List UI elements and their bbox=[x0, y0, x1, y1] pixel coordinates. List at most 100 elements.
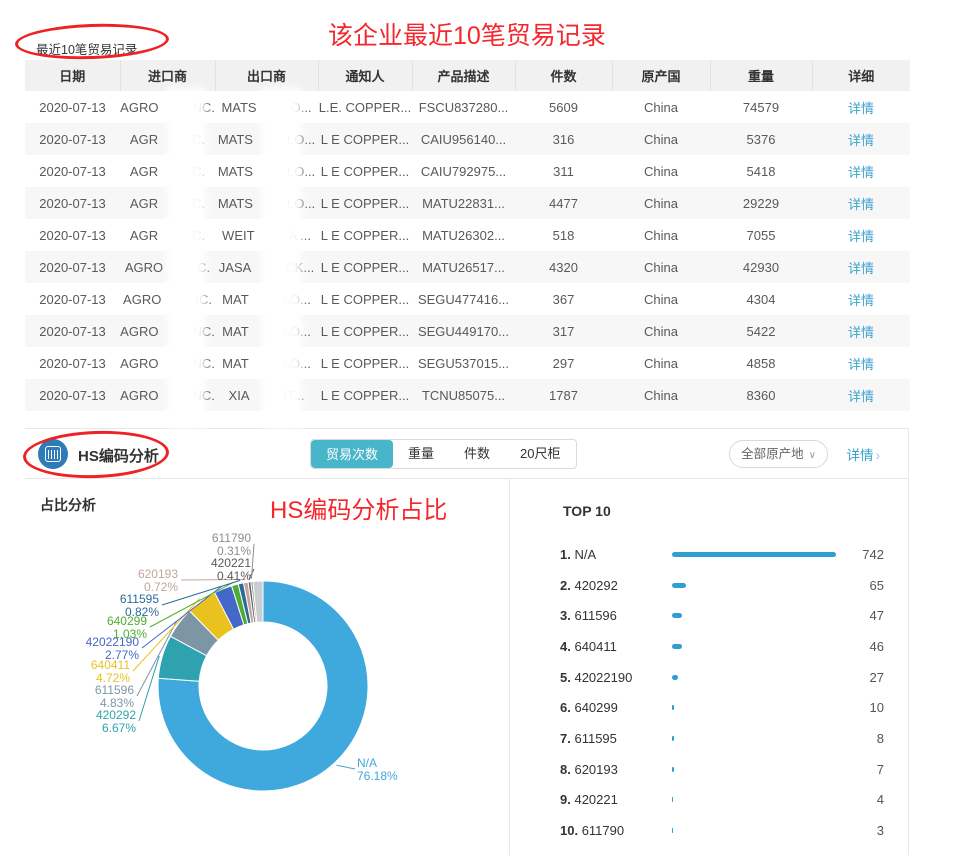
top10-bar bbox=[672, 644, 682, 649]
cell-product: TCNU85075... bbox=[412, 379, 515, 411]
cell-weight: 74579 bbox=[710, 91, 812, 123]
cell-weight: 42930 bbox=[710, 251, 812, 283]
top10-bar bbox=[672, 675, 678, 680]
detail-link[interactable]: 详情 bbox=[848, 389, 874, 404]
origin-filter-dropdown[interactable]: 全部原产地∨ bbox=[729, 440, 828, 468]
cell-exporter: MATSLO... bbox=[215, 187, 318, 219]
chevron-down-icon: ∨ bbox=[809, 450, 816, 461]
top10-rank-code: 2. 420292 bbox=[510, 578, 672, 593]
top10-list: 1. N/A7422. 420292653. 611596474. 640411… bbox=[510, 539, 908, 846]
detail-link[interactable]: 详情 bbox=[848, 293, 874, 308]
cell-exporter: MATSLO... bbox=[215, 123, 318, 155]
metric-tab-group: 贸易次数重量件数20尺柜 bbox=[310, 439, 577, 469]
cell-detail: 详情 bbox=[812, 347, 910, 379]
cell-date: 2020-07-13 bbox=[25, 155, 120, 187]
tab-0[interactable]: 贸易次数 bbox=[311, 440, 393, 468]
table-row: 2020-07-13AGRC.MATSLO...L E COPPER...CAI… bbox=[25, 123, 910, 155]
top10-value: 27 bbox=[842, 670, 908, 685]
table-row: 2020-07-13AGRONC.MATLO...L E COPPER...SE… bbox=[25, 315, 910, 347]
cell-notifier: L E COPPER... bbox=[318, 283, 412, 315]
detail-link[interactable]: 详情 bbox=[848, 325, 874, 340]
top10-rank-code: 6. 640299 bbox=[510, 700, 672, 715]
top10-bar bbox=[672, 797, 673, 802]
cell-importer: AGRC. bbox=[120, 219, 215, 251]
cell-date: 2020-07-13 bbox=[25, 91, 120, 123]
top10-bar-track bbox=[672, 613, 842, 618]
cell-qty: 367 bbox=[515, 283, 612, 315]
top10-bar bbox=[672, 767, 674, 772]
table-header-row: 日期进口商出口商通知人产品描述件数原产国重量详细 bbox=[25, 60, 910, 91]
detail-link[interactable]: 详情 bbox=[848, 229, 874, 244]
column-header-7: 重量 bbox=[710, 60, 812, 91]
top10-row: 10. 6117903 bbox=[510, 815, 908, 846]
top10-bar bbox=[672, 613, 682, 618]
cell-detail: 详情 bbox=[812, 315, 910, 347]
cell-origin: China bbox=[612, 347, 710, 379]
top10-bar bbox=[672, 705, 674, 710]
top10-bar-track bbox=[672, 583, 842, 588]
top10-bar-track bbox=[672, 552, 842, 557]
cell-date: 2020-07-13 bbox=[25, 347, 120, 379]
detail-link[interactable]: 详情 bbox=[848, 197, 874, 212]
cell-exporter: MATLO... bbox=[215, 315, 318, 347]
top10-pane: TOP 10 1. N/A7422. 420292653. 611596474.… bbox=[510, 479, 908, 855]
cell-product: MATU26302... bbox=[412, 219, 515, 251]
cell-detail: 详情 bbox=[812, 251, 910, 283]
cell-product: SEGU477416... bbox=[412, 283, 515, 315]
cell-detail: 详情 bbox=[812, 123, 910, 155]
cell-weight: 8360 bbox=[710, 379, 812, 411]
top10-value: 4 bbox=[842, 792, 908, 807]
table-row: 2020-07-13AGRONC.MATSO...L.E. COPPER...F… bbox=[25, 91, 910, 123]
top10-rank-code: 8. 620193 bbox=[510, 762, 672, 777]
detail-link[interactable]: 详情 bbox=[848, 101, 874, 116]
top10-bar-track bbox=[672, 705, 842, 710]
cell-qty: 1787 bbox=[515, 379, 612, 411]
detail-link[interactable]: 详情 bbox=[848, 261, 874, 276]
column-header-2: 出口商 bbox=[215, 60, 318, 91]
trade-table-title: 最近10笔贸易记录 bbox=[36, 39, 137, 58]
top10-bar-track bbox=[672, 797, 842, 802]
table-row: 2020-07-13AGROC.JASACK...L E COPPER...MA… bbox=[25, 251, 910, 283]
column-header-1: 进口商 bbox=[120, 60, 215, 91]
cell-date: 2020-07-13 bbox=[25, 123, 120, 155]
top10-rank-code: 3. 611596 bbox=[510, 608, 672, 623]
top10-row: 5. 4202219027 bbox=[510, 662, 908, 693]
cell-detail: 详情 bbox=[812, 283, 910, 315]
cell-date: 2020-07-13 bbox=[25, 251, 120, 283]
top10-rank-code: 4. 640411 bbox=[510, 639, 672, 654]
top10-bar-track bbox=[672, 767, 842, 772]
cell-qty: 317 bbox=[515, 315, 612, 347]
cell-detail: 详情 bbox=[812, 187, 910, 219]
top10-bar-track bbox=[672, 675, 842, 680]
top10-value: 47 bbox=[842, 608, 908, 623]
tab-2[interactable]: 件数 bbox=[449, 440, 505, 468]
hs-detail-link[interactable]: 详情› bbox=[847, 444, 881, 464]
tab-1[interactable]: 重量 bbox=[393, 440, 449, 468]
tab-3[interactable]: 20尺柜 bbox=[505, 440, 575, 468]
top10-row: 9. 420221 4 bbox=[510, 785, 908, 816]
hs-analysis-card: HS编码分析 贸易次数重量件数20尺柜 全部原产地∨ 详情› 占比分析 HS编码… bbox=[25, 428, 909, 855]
pie-label-640299: 6402991.03% bbox=[107, 615, 147, 640]
detail-link[interactable]: 详情 bbox=[848, 357, 874, 372]
cell-qty: 518 bbox=[515, 219, 612, 251]
top10-bar bbox=[672, 828, 673, 833]
top10-bar-track bbox=[672, 736, 842, 741]
pie-label-420221: 4202210.41% bbox=[211, 557, 251, 582]
top10-bar bbox=[672, 736, 674, 741]
detail-link[interactable]: 详情 bbox=[848, 133, 874, 148]
top10-bar-track bbox=[672, 644, 842, 649]
cell-weight: 7055 bbox=[710, 219, 812, 251]
cell-date: 2020-07-13 bbox=[25, 283, 120, 315]
hs-section-title: HS编码分析 bbox=[78, 445, 159, 466]
cell-product: CAIU956140... bbox=[412, 123, 515, 155]
top10-value: 65 bbox=[842, 578, 908, 593]
top10-row: 2. 420292 65 bbox=[510, 570, 908, 601]
cell-weight: 5418 bbox=[710, 155, 812, 187]
top10-rank-code: 1. N/A bbox=[510, 547, 672, 562]
cell-qty: 311 bbox=[515, 155, 612, 187]
top10-row: 7. 6115958 bbox=[510, 723, 908, 754]
cell-notifier: L E COPPER... bbox=[318, 251, 412, 283]
pie-label-N/A: N/A76.18% bbox=[357, 757, 398, 782]
top10-rank-code: 9. 420221 bbox=[510, 792, 672, 807]
detail-link[interactable]: 详情 bbox=[848, 165, 874, 180]
